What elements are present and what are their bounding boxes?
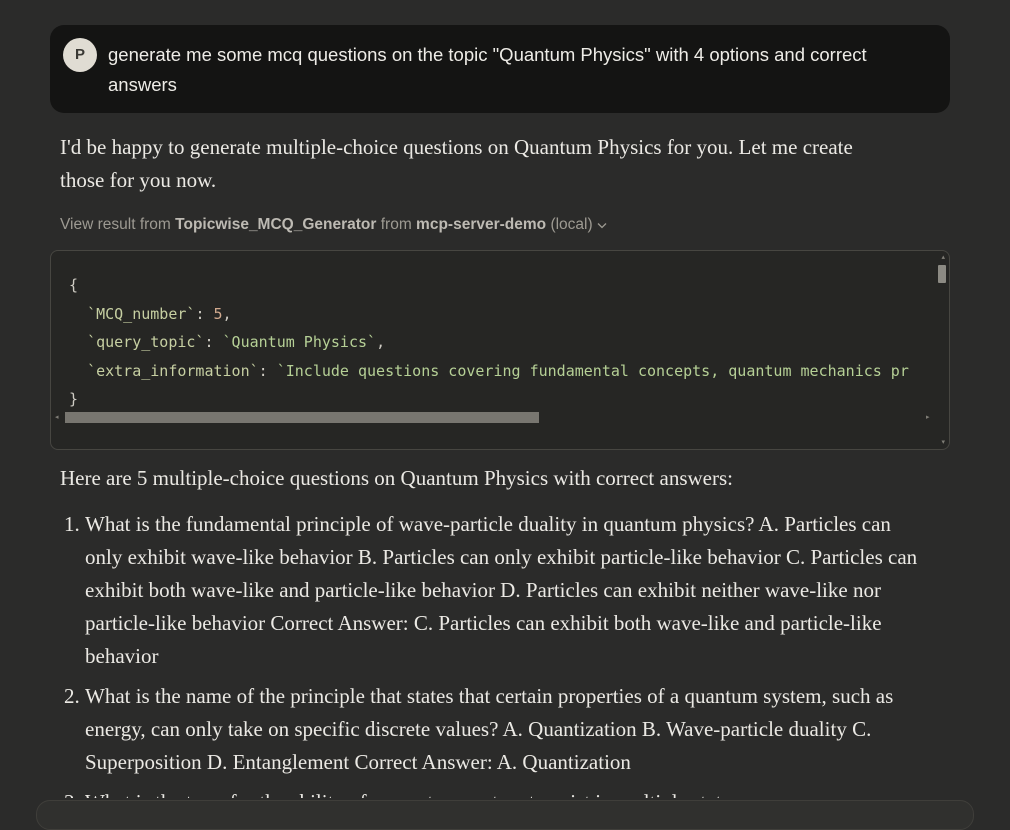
tool-result-toggle[interactable]: View result from Topicwise_MCQ_Generator… [60, 214, 607, 236]
server-name: mcp-server-demo [416, 216, 547, 233]
code-value: 5 [213, 304, 223, 323]
code-comma: , [376, 333, 386, 351]
scroll-left-arrow-icon[interactable]: ◂ [55, 411, 59, 423]
code-key: `extra_information` [87, 361, 259, 380]
user-avatar[interactable]: P [63, 38, 97, 72]
code-value: `Include questions covering fundamental … [276, 361, 909, 380]
code-close-brace: } [69, 390, 79, 408]
server-scope: (local) [550, 216, 593, 233]
code-key: `query_topic` [87, 333, 205, 351]
code-comma: , [222, 304, 232, 323]
list-item: What is the fundamental principle of wav… [85, 508, 930, 673]
vertical-scrollbar[interactable] [938, 265, 946, 283]
chat-input-edge[interactable] [36, 800, 974, 830]
code-key: `MCQ_number` [87, 304, 196, 323]
code-separator: : [258, 361, 277, 380]
tool-input-code-block: { `MCQ_number`: 5, `query_topic`: `Quant… [50, 250, 950, 450]
list-item: What is the name of the principle that s… [85, 680, 930, 779]
assistant-intro-text: I'd be happy to generate multiple-choice… [60, 135, 853, 192]
code-separator: : [204, 333, 223, 351]
code-open-brace: { [69, 276, 79, 294]
code-content: { `MCQ_number`: 5, `query_topic`: `Quant… [69, 271, 937, 414]
horizontal-scrollbar[interactable] [65, 412, 539, 423]
scroll-right-arrow-icon[interactable]: ▸ [926, 411, 930, 423]
chevron-down-icon[interactable] [597, 214, 607, 236]
answer-intro-text: Here are 5 multiple-choice questions on … [60, 466, 733, 490]
scroll-up-arrow-icon[interactable]: ▴ [941, 253, 945, 261]
code-separator: : [195, 304, 214, 323]
tool-name: Topicwise_MCQ_Generator [175, 216, 377, 233]
question-list: What is the fundamental principle of wav… [0, 508, 930, 826]
tool-result-prefix: View result from [60, 216, 171, 233]
user-message-text: generate me some mcq questions on the to… [108, 44, 867, 95]
tool-from-word: from [380, 216, 412, 233]
user-message: P generate me some mcq questions on the … [50, 25, 950, 113]
code-value: `Quantum Physics` [222, 333, 377, 351]
scroll-down-arrow-icon[interactable]: ▾ [941, 438, 945, 446]
